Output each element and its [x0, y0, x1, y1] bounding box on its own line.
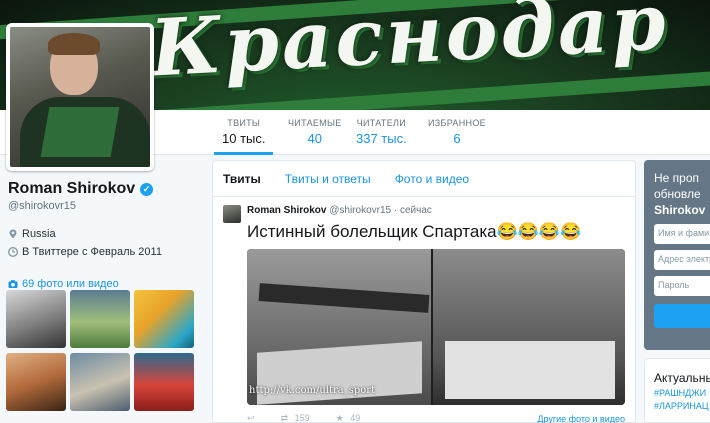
signup-profile-name: Shirokov	[654, 203, 706, 217]
media-thumbnail[interactable]	[134, 290, 194, 348]
star-icon: ★	[335, 413, 344, 423]
tweet[interactable]: Roman Shirokov @shirokovr15 · сейчас Ист…	[213, 197, 635, 250]
stat-value: 337 тыс.	[356, 131, 407, 146]
verified-badge-icon: ✓	[140, 182, 154, 196]
stat-following[interactable]: ЧИТАЕМЫЕ 40	[288, 118, 342, 146]
signup-button[interactable]	[654, 304, 710, 328]
tweet-timestamp[interactable]: · сейчас	[394, 205, 432, 216]
profile-name-row: Roman Shirokov ✓	[8, 180, 198, 198]
stat-label: ЧИТАТЕЛИ	[356, 118, 406, 128]
tab-tweets[interactable]: Твиты	[223, 172, 261, 186]
tweet-text: Истинный болельщик Спартака😂😂😂😂	[247, 222, 582, 241]
tweet-media-caption: http://vk.com/ultra_sport	[249, 385, 376, 396]
like-action[interactable]: ★ 49	[336, 413, 361, 423]
tweet-avatar[interactable]	[223, 205, 241, 223]
tweet-author-name[interactable]: Roman Shirokov	[247, 205, 326, 216]
like-count: 49	[350, 413, 361, 423]
tweet-author-handle[interactable]: @shirokovr15	[329, 205, 391, 216]
tab-tweets-replies[interactable]: Твиты и ответы	[285, 172, 371, 186]
media-thumbnail[interactable]	[134, 353, 194, 411]
trend-item[interactable]: #ЛАРРИНАЦ	[654, 401, 710, 411]
tab-photos-videos[interactable]: Фото и видео	[395, 172, 469, 186]
signup-email-field[interactable]: Адрес электр	[654, 250, 710, 270]
stat-tweets[interactable]: ТВИТЫ 10 тыс.	[213, 118, 275, 155]
stat-label: ЧИТАЕМЫЕ	[288, 118, 342, 128]
profile-name[interactable]: Roman Shirokov	[8, 180, 135, 198]
timeline: Твиты Твиты и ответы Фото и видео Roman …	[212, 160, 636, 423]
profile-joined: В Твиттере с Февраль 2011	[22, 246, 162, 258]
media-thumbnail[interactable]	[6, 353, 66, 411]
location-pin-icon	[9, 229, 17, 239]
tweet-header: Roman Shirokov @shirokovr15 · сейчас	[247, 205, 625, 216]
trend-item[interactable]: #РАШНДЖИ	[654, 388, 710, 398]
signup-password-field[interactable]: Пароль	[654, 276, 710, 296]
stat-label: ИЗБРАННОЕ	[428, 118, 486, 128]
stat-value: 6	[453, 131, 461, 146]
stat-followers[interactable]: ЧИТАТЕЛИ 337 тыс.	[356, 118, 407, 146]
more-photos-videos-link[interactable]: Другие фото и видео	[537, 414, 625, 423]
profile-location: Russia	[22, 228, 56, 240]
joined-row: В Твиттере с Февраль 2011	[8, 246, 198, 258]
photos-videos-label: 69 фото или видео	[22, 278, 119, 290]
retweet-count: 159	[294, 413, 310, 423]
signup-title: Не проп обновле	[654, 171, 701, 201]
media-thumbnail[interactable]	[70, 290, 130, 348]
media-thumbnail[interactable]	[70, 353, 130, 411]
tweet-photo-flag	[445, 341, 615, 399]
stat-favorites[interactable]: ИЗБРАННОЕ 6	[428, 118, 486, 146]
timeline-tabs: Твиты Твиты и ответы Фото и видео	[213, 161, 635, 197]
profile-avatar[interactable]	[6, 23, 154, 171]
reply-icon[interactable]: ↩	[247, 413, 255, 423]
avatar-jersey	[40, 107, 120, 157]
media-thumbnail[interactable]	[6, 290, 66, 348]
location-row: Russia	[8, 228, 198, 240]
signup-name-field[interactable]: Имя и фами	[654, 224, 710, 244]
avatar-hair	[48, 33, 100, 55]
profile-handle[interactable]: @shirokovr15	[8, 200, 198, 212]
retweet-icon: ⇄	[280, 413, 289, 423]
camera-icon	[8, 280, 18, 288]
tweet-media[interactable]: http://vk.com/ultra_sport	[247, 249, 625, 405]
trends-title: Актуальные	[654, 371, 710, 385]
profile-card: Roman Shirokov ✓ @shirokovr15 Russia В Т…	[8, 180, 198, 290]
stat-value: 40	[307, 131, 322, 146]
stat-value: 10 тыс.	[222, 131, 266, 146]
photos-videos-link[interactable]: 69 фото или видео	[8, 278, 198, 290]
calendar-clock-icon	[8, 247, 18, 257]
signup-panel: Не проп обновле Shirokov Имя и фами Адре…	[644, 160, 710, 350]
tweet-actions: ↩ ⇄ 159 ★ 49 Другие фото и видео	[247, 413, 625, 423]
retweet-action[interactable]: ⇄ 159	[281, 413, 310, 423]
trends-panel: Актуальные #РАШНДЖИ #ЛАРРИНАЦ	[644, 358, 710, 423]
stat-label: ТВИТЫ	[227, 118, 261, 128]
